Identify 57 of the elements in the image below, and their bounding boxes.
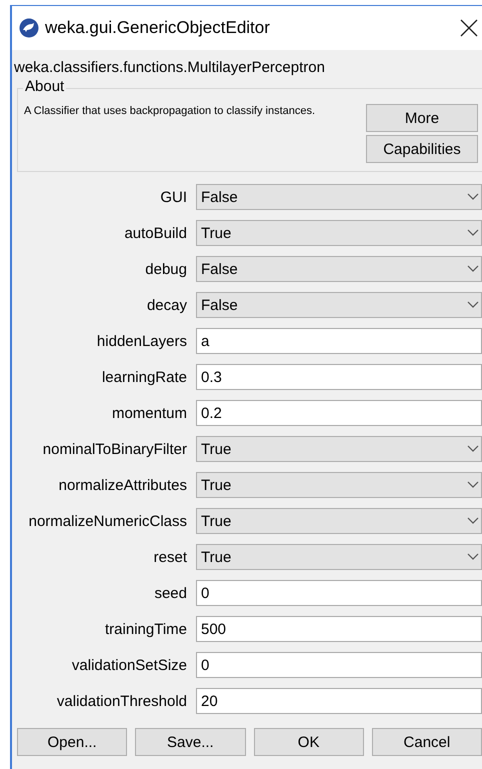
bird-logo-icon [19, 18, 39, 38]
chevron-icon [467, 193, 479, 201]
property-label: normalizeNumericClass [28, 512, 188, 530]
dialog-button[interactable]: Open... [17, 728, 128, 756]
property-label: nominalToBinaryFilter [42, 440, 188, 458]
property-label: learningRate [100, 368, 188, 386]
chevron-icon [467, 553, 479, 561]
about-text: A Classifier that uses backpropagation to classify instances. [24, 104, 316, 119]
dropdown-value: False [201, 260, 238, 278]
input-field[interactable]: 500 [196, 616, 482, 642]
property-label: normalizeAttributes [58, 476, 188, 494]
dropdown[interactable]: False [196, 256, 482, 282]
dropdown[interactable]: True [196, 220, 482, 246]
about-button[interactable]: Capabilities [366, 135, 478, 163]
property-label: GUI [159, 188, 188, 206]
input-field[interactable]: 20 [196, 688, 482, 714]
dialog-button[interactable]: Save... [135, 728, 246, 756]
dropdown[interactable]: True [196, 436, 482, 462]
property-label: validationThreshold [56, 692, 188, 710]
property-label: autoBuild [123, 224, 188, 242]
input-field[interactable]: 0 [196, 652, 482, 678]
chevron-icon [467, 445, 479, 453]
input-field[interactable]: 0.3 [196, 364, 482, 390]
dialog-button[interactable]: Cancel [372, 728, 482, 756]
dropdown-value: True [201, 476, 232, 494]
dropdown-value: False [201, 188, 238, 206]
window-title: weka.gui.GenericObjectEditor [45, 18, 271, 38]
dropdown-value: True [201, 548, 232, 566]
class-name: weka.classifiers.functions.MultilayerPerceptron [13, 58, 326, 78]
dropdown[interactable]: True [196, 472, 482, 498]
dropdown-value: False [201, 296, 238, 314]
about-button[interactable]: More [366, 104, 478, 132]
input-field[interactable]: a [196, 328, 482, 354]
close-icon[interactable] [460, 19, 478, 37]
dialog-button[interactable]: OK [254, 728, 364, 756]
property-label: trainingTime [104, 620, 188, 638]
dropdown[interactable]: False [196, 292, 482, 318]
property-label: decay [146, 296, 188, 314]
dropdown[interactable]: False [196, 184, 482, 210]
input-field[interactable]: 0 [196, 580, 482, 606]
dropdown-value: True [201, 440, 232, 458]
input-field[interactable]: 0.2 [196, 400, 482, 426]
chevron-icon [467, 517, 479, 525]
property-label: validationSetSize [70, 656, 188, 674]
chevron-icon [467, 229, 479, 237]
dropdown[interactable]: True [196, 508, 482, 534]
property-label: hiddenLayers [96, 332, 188, 350]
dropdown-value: True [201, 224, 232, 242]
property-label: debug [144, 260, 188, 278]
chevron-icon [467, 481, 479, 489]
dropdown[interactable]: True [196, 544, 482, 570]
chevron-icon [467, 301, 479, 309]
property-label: reset [152, 548, 188, 566]
dropdown-value: True [201, 512, 232, 530]
chevron-icon [467, 265, 479, 273]
property-label: momentum [110, 404, 188, 422]
property-label: seed [153, 584, 188, 602]
